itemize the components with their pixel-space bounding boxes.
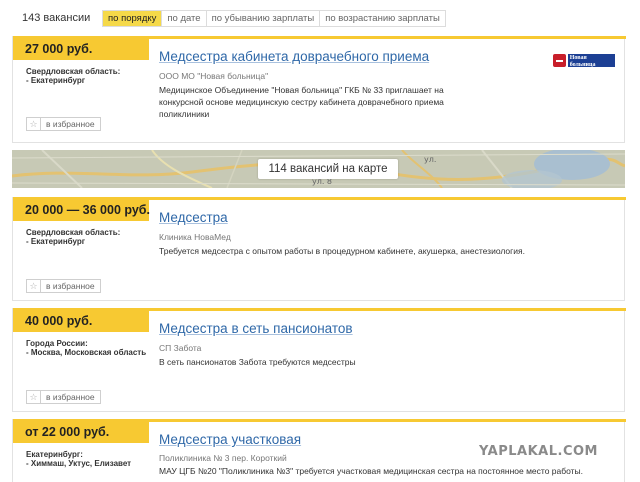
star-icon: ☆ [27, 118, 41, 130]
vacancy-title-link[interactable]: Медсестра кабинета доврачебного приема [159, 49, 429, 64]
vacancy-description: Требуется медсестра с опытом работы в пр… [159, 246, 525, 256]
employer-name: ООО МО "Новая больница" [159, 71, 269, 81]
logo-text: Новая больница [567, 54, 615, 68]
sort-by-salary-desc[interactable]: по убыванию зарплаты [207, 11, 321, 26]
sort-by-date[interactable]: по дате [162, 11, 207, 26]
city: - Химмаш, Уктус, Елизавет [26, 459, 132, 468]
add-to-favorites-button[interactable]: ☆ в избранное [26, 279, 101, 293]
city: - Москва, Московская область [26, 348, 147, 357]
star-icon: ☆ [27, 280, 41, 292]
vacancy-description: В сеть пансионатов Забота требуются медс… [159, 357, 356, 367]
vacancy-title-link[interactable]: Медсестра в сеть пансионатов [159, 321, 353, 336]
sort-options: по порядку по дате по убыванию зарплаты … [102, 10, 446, 27]
employer-name: Клиника НоваМед [159, 232, 231, 242]
city: - Екатеринбург [26, 237, 86, 246]
site-watermark: YAPLAKAL.COM [479, 444, 598, 459]
salary: 40 000 руб. [13, 311, 149, 332]
sort-by-salary-asc[interactable]: по возрастанию зарплаты [320, 11, 445, 26]
salary: 27 000 руб. [13, 39, 149, 60]
map-street-label: ул. [424, 155, 436, 164]
vacancy-title-link[interactable]: Медсестра [159, 210, 228, 225]
add-to-favorites-button[interactable]: ☆ в избранное [26, 390, 101, 404]
vacancy-card: 40 000 руб. Города России: - Москва, Мос… [12, 308, 626, 412]
vacancy-card: 20 000 — 36 000 руб. Свердловская област… [12, 197, 626, 301]
employer-logo[interactable]: Новая больница [553, 53, 615, 68]
sort-by-order[interactable]: по порядку [103, 11, 163, 26]
add-to-favorites-button[interactable]: ☆ в избранное [26, 117, 101, 131]
vacancy-description: Медицинское Объединение "Новая больница"… [159, 85, 444, 119]
results-header: 143 вакансии по порядку по дате по убыва… [0, 0, 640, 34]
show-on-map-button[interactable]: 114 вакансий на карте [258, 159, 398, 179]
vacancy-count: 143 вакансии [22, 12, 91, 24]
vacancy-title-link[interactable]: Медсестра участковая [159, 432, 301, 447]
city: - Екатеринбург [26, 76, 86, 85]
favorite-label: в избранное [46, 392, 95, 402]
favorite-label: в избранное [46, 281, 95, 291]
vacancy-card: 27 000 руб. Свердловская область: - Екат… [12, 36, 626, 143]
favorite-label: в избранное [46, 119, 95, 129]
vacancies-map-banner[interactable]: ул. ул. 8 114 вакансий на карте [12, 150, 625, 188]
salary: от 22 000 руб. [13, 422, 149, 443]
salary: 20 000 — 36 000 руб. [13, 200, 150, 221]
vacancy-description: МАУ ЦГБ №20 "Поликлиника №3" требуется у… [159, 466, 584, 476]
employer-name: Поликлиника № 3 пер. Короткий [159, 453, 287, 463]
employer-name: СП Забота [159, 343, 202, 353]
hospital-logo-icon [553, 54, 566, 67]
star-icon: ☆ [27, 391, 41, 403]
